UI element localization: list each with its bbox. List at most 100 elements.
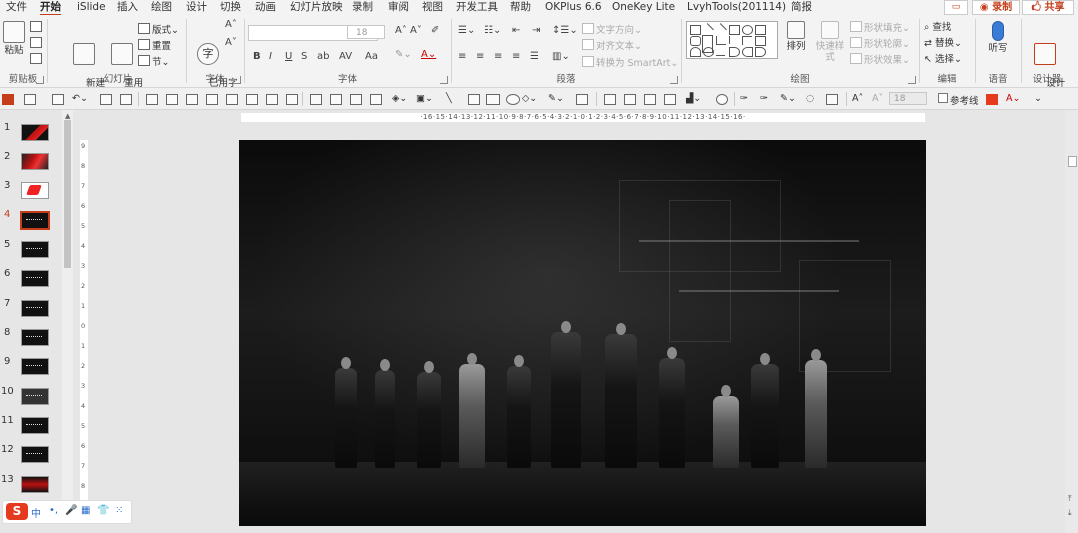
eyedropper-icon[interactable]: ✑ [740,93,748,104]
bold-button[interactable]: B [253,51,261,62]
clear-format-icon[interactable]: ✐ [431,25,439,36]
justify-icon[interactable]: ≡ [512,51,520,62]
underline-button[interactable]: U [285,51,292,62]
cut-icon[interactable] [30,21,44,34]
tab-animations[interactable]: 动画 [255,0,276,15]
tab-okplus[interactable]: OKPlus 6.6 [545,0,602,15]
slide-thumbnail-11[interactable] [21,417,49,434]
text-direction-button[interactable]: 文字方向⌄ [582,23,642,36]
oval-tool-icon[interactable] [506,94,520,105]
slide-thumbnail-8[interactable] [21,329,49,346]
qat-font-size-box[interactable]: 18 [889,92,927,105]
section-button[interactable]: 节⌄ [138,55,169,68]
font-shrink-qat-icon[interactable]: A˅ [872,93,883,104]
send-backward-icon[interactable] [370,94,382,105]
tab-file[interactable]: 文件 [6,0,27,15]
redo-icon[interactable] [100,94,112,105]
gallery-icon[interactable] [664,94,676,105]
shape-fill-qat-icon[interactable]: ◈⌄ [392,93,407,104]
align-left-icon-qat[interactable] [186,94,198,105]
vertical-scrollbar[interactable]: ⤒ ⤓ [1065,110,1078,533]
record-button[interactable]: ◉ 录制 [972,0,1020,15]
slide-canvas[interactable] [239,140,926,526]
share-button[interactable]: 🖒 共享 [1022,0,1074,15]
arrange-button[interactable]: 排列 [782,21,810,52]
lasso-icon[interactable]: ◌ [806,93,814,104]
guides-checkbox[interactable] [938,93,948,103]
align-right-icon-qat[interactable] [246,94,258,105]
color-swatch-icon[interactable] [2,94,14,105]
skin-icon[interactable]: 👕 [97,505,109,516]
align-center-icon-qat[interactable] [206,94,218,105]
decrease-indent-icon[interactable]: ⇤ [512,25,520,36]
font-grow-qat-icon[interactable]: A˄ [852,93,863,104]
slide-thumbnail-5[interactable] [21,241,49,258]
tab-developer[interactable]: 开发工具 [456,0,498,15]
shape-effects-button[interactable]: 形状效果⌄ [850,53,910,66]
align-middle-icon[interactable] [226,94,238,105]
slide-size-icon[interactable] [826,94,838,105]
font-color-qat-icon[interactable]: A⌄ [1006,93,1020,104]
slide-thumbnail-10[interactable] [21,388,49,405]
paste-button[interactable]: 粘贴 [2,21,26,56]
ime-mode-button[interactable]: 中 [31,505,41,520]
distribute-icon[interactable]: ☰ [530,51,539,62]
align-right-icon[interactable]: ≡ [494,51,502,62]
tab-home[interactable]: 开始 [40,0,61,16]
group-icon[interactable] [310,94,322,105]
tab-lvyhtools[interactable]: LvyhTools(201114) [687,0,786,15]
addin-red-icon[interactable] [986,94,998,105]
shape-outline-button[interactable]: 形状轮廓⌄ [850,37,910,50]
smartart-button[interactable]: 转换为 SmartArt⌄ [582,56,678,69]
tab-draw[interactable]: 绘图 [151,0,172,15]
slide-thumbnail-3[interactable] [21,182,49,199]
crop-icon[interactable] [624,94,636,105]
slide-thumbnail-9[interactable] [21,358,49,375]
tab-briefing[interactable]: 简报 [791,0,812,15]
reset-button[interactable]: 重置 [138,39,171,52]
close-box-icon[interactable] [120,94,132,105]
shrink-font-icon[interactable]: A˅ [225,37,237,48]
slide-thumbnail-1[interactable] [21,124,49,141]
pen-qat-icon[interactable]: ✎⌄ [548,93,564,104]
tab-slideshow[interactable]: 幻灯片放映 [290,0,343,15]
record-qat-icon[interactable] [716,94,728,105]
drawing-launcher[interactable] [908,76,916,84]
distribute-v-icon[interactable] [286,94,298,105]
find-button[interactable]: ⌕ 查找 [924,21,951,34]
line-spacing-icon[interactable]: ↕☰⌄ [552,25,578,36]
scroll-down-icon[interactable]: ⤓ [1068,508,1072,518]
slide-thumbnail-12[interactable] [21,446,49,463]
eyedropper2-icon[interactable]: ✑ [760,93,768,104]
increase-font-icon[interactable]: A˄ A˅ [395,25,422,36]
tab-transitions[interactable]: 切换 [220,0,241,15]
quick-styles-button[interactable]: 快速样式 [812,21,848,63]
font-color-icon[interactable]: A⌄ [421,49,436,60]
align-center-icon[interactable]: ≡ [476,51,484,62]
slide-thumbnail-13[interactable] [21,476,49,493]
highlight-qat-icon[interactable]: ✎⌄ [780,93,796,104]
scroll-up-icon[interactable]: ▲ [65,112,70,120]
change-case-button[interactable]: Aa [365,51,378,62]
select-button[interactable]: ↖ 选择⌄ [924,53,962,66]
picture-tool-icon[interactable] [576,94,588,105]
paragraph-launcher[interactable] [670,76,678,84]
distribute-h-icon[interactable] [266,94,278,105]
scroll-up-icon[interactable]: ⤒ [1068,494,1072,504]
sogou-logo-icon[interactable]: S [6,503,28,520]
customize-qat-icon[interactable]: ⌄ [1034,93,1042,104]
microphone-icon[interactable]: 🎤 [65,505,77,516]
slide-thumbnail-7[interactable] [21,300,49,317]
scroll-thumb[interactable] [64,120,71,268]
tab-review[interactable]: 审阅 [388,0,409,15]
replace-button[interactable]: ⇄ 替换⌄ [924,37,962,50]
tab-onekey[interactable]: OneKey Lite [612,0,675,15]
strikethrough-button[interactable]: S [301,51,307,62]
char-spacing-button[interactable]: AV [339,51,352,62]
keyboard-icon[interactable]: ▦ [81,505,90,516]
tab-help[interactable]: 帮助 [510,0,531,15]
shapes-gallery[interactable] [686,21,778,59]
chart-qat-icon[interactable]: ▟⌄ [686,93,701,104]
font-size-box[interactable]: 18 [347,25,385,39]
font-launcher[interactable] [440,76,448,84]
